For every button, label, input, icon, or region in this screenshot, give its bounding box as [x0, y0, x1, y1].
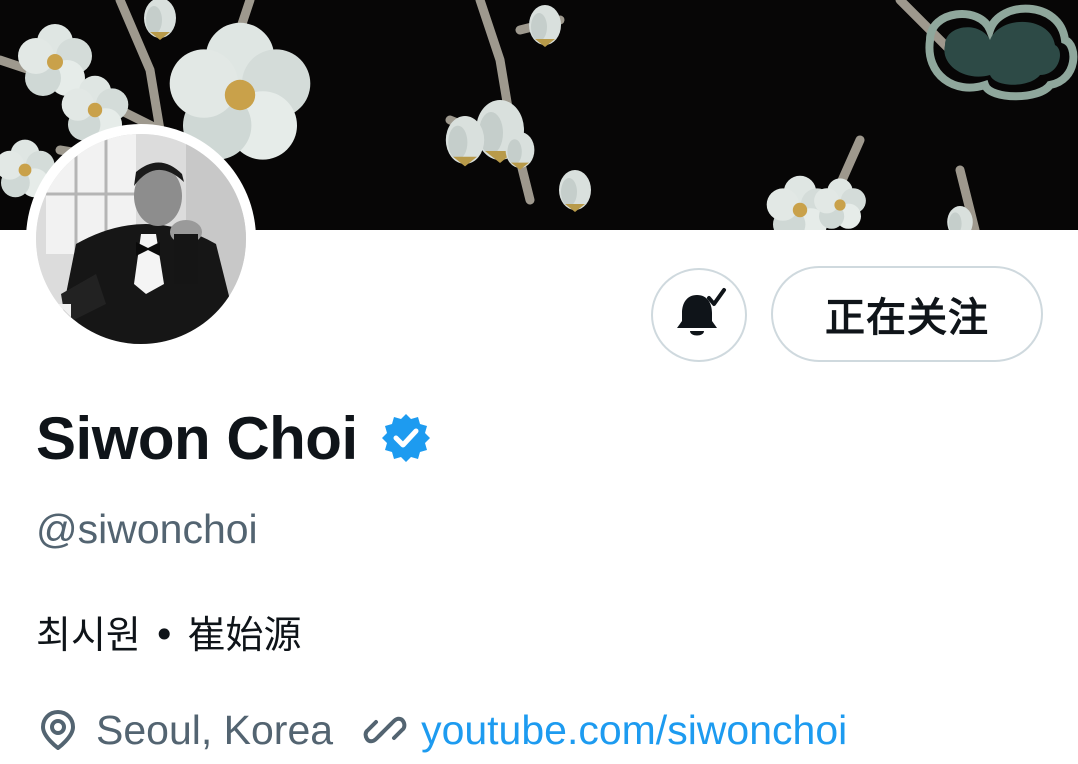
location-pin-icon	[36, 708, 80, 752]
display-name: Siwon Choi	[36, 404, 358, 472]
profile-location: Seoul, Korea	[96, 706, 334, 753]
verified-badge-icon[interactable]	[380, 412, 432, 464]
following-button-label: 正在关注	[825, 295, 989, 341]
following-button[interactable]: 正在关注	[771, 266, 1043, 362]
link-icon	[363, 708, 407, 752]
profile-bio: 최시원 • 崔始源	[36, 613, 302, 657]
user-handle: @siwonchoi	[36, 506, 258, 552]
avatar[interactable]	[26, 124, 256, 354]
bell-check-icon	[677, 288, 726, 336]
website-link[interactable]: youtube.com/siwonchoi	[421, 707, 847, 754]
display-name-row: Siwon Choi	[36, 400, 432, 476]
profile-meta: Seoul, Korea youtube.com/siwonchoi	[36, 700, 847, 760]
avatar-photo	[36, 134, 246, 344]
notifications-button[interactable]	[651, 268, 747, 362]
